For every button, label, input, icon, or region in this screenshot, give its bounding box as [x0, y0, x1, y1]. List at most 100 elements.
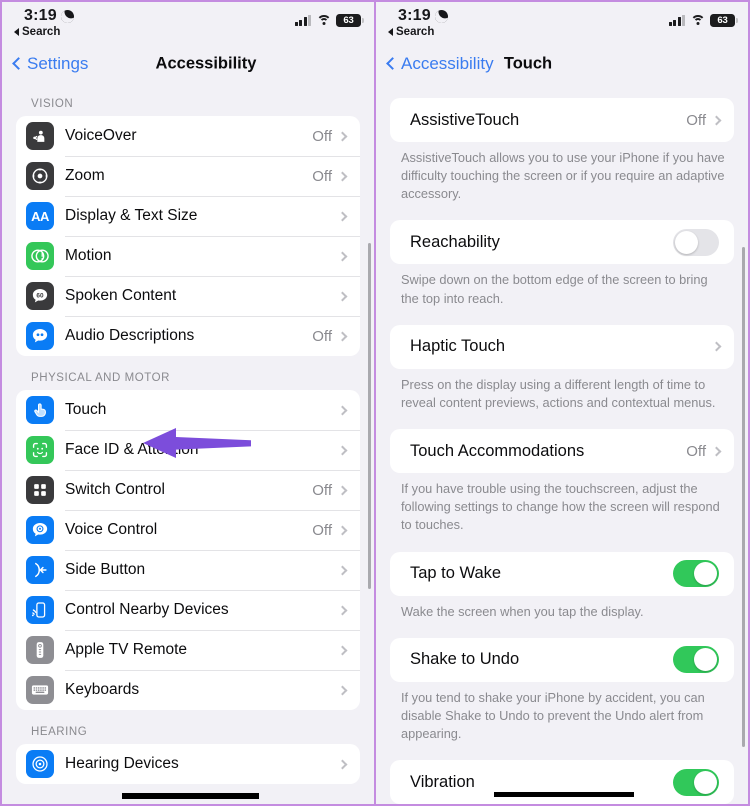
row-haptic-touch[interactable]: Haptic Touch	[390, 325, 734, 369]
vision-card: VoiceOver Off Zoom Off AA Display & Text…	[16, 116, 360, 356]
row-label: Haptic Touch	[410, 337, 506, 356]
group-vibration: Vibration When this switch is off, all v…	[376, 760, 748, 804]
side-button-icon	[26, 556, 54, 584]
redaction-bar	[122, 793, 259, 799]
dual-screenshot-stage: 3:19 Search 63 Settings Accessibility VI…	[0, 0, 750, 806]
chevron-right-icon	[337, 211, 348, 221]
footnote-assistivetouch: AssistiveTouch allows you to use your iP…	[401, 150, 725, 202]
face-id-icon	[26, 436, 54, 464]
reachability-card: Reachability	[390, 220, 734, 265]
back-to-search-link[interactable]: Search	[14, 26, 60, 38]
list-item-label: Apple TV Remote	[65, 641, 188, 658]
status-bar: 3:19 Search 63	[376, 2, 748, 46]
toggle-vibration[interactable]	[673, 768, 719, 796]
chevron-right-icon	[337, 445, 348, 455]
list-item-voice-control[interactable]: Voice Control Off	[16, 510, 360, 550]
section-header-physical-and-motor: PHYSICAL AND MOTOR	[31, 372, 170, 384]
chevron-left-icon	[386, 57, 399, 70]
list-item-face-id-attention[interactable]: Face ID & Attention	[16, 430, 360, 470]
list-item-touch[interactable]: Touch	[16, 390, 360, 430]
row-tap-to-wake[interactable]: Tap to Wake	[390, 552, 734, 596]
list-item-value: Off	[312, 481, 332, 499]
list-item-label: Hearing Devices	[65, 755, 179, 772]
wifi-icon	[690, 15, 705, 26]
assistivetouch-card: AssistiveTouch Off	[390, 98, 734, 142]
footnote-reachability: Swipe down on the bottom edge of the scr…	[401, 272, 708, 306]
chevron-right-icon	[337, 251, 348, 261]
row-label: Vibration	[410, 772, 475, 791]
accessibility-list: VISION VoiceOver Off Zoom Off AA Display…	[2, 82, 374, 784]
right-phone-frame: 3:19 Search 63 Accessibility Touch Assis…	[375, 0, 750, 806]
list-item-spoken-content[interactable]: 60 Spoken Content	[16, 276, 360, 316]
chevron-right-icon	[337, 645, 348, 655]
list-item-voiceover[interactable]: VoiceOver Off	[16, 116, 360, 156]
crescent-moon-icon	[433, 8, 450, 25]
list-item-apple-tv-remote[interactable]: Apple TV Remote	[16, 630, 360, 670]
row-shake-to-undo[interactable]: Shake to Undo	[390, 638, 734, 682]
list-item-switch-control[interactable]: Switch Control Off	[16, 470, 360, 510]
list-item-value: Off	[312, 127, 332, 145]
vibration-card: Vibration	[390, 760, 734, 804]
battery-indicator: 63	[710, 14, 738, 27]
list-item-hearing-devices[interactable]: Hearing Devices	[16, 744, 360, 784]
back-button-settings[interactable]: Settings	[12, 54, 89, 74]
row-label: Reachability	[410, 232, 500, 251]
touch-accommodations-card: Touch Accommodations Off	[390, 429, 734, 474]
list-item-keyboards[interactable]: Keyboards	[16, 670, 360, 710]
status-time: 3:19	[24, 7, 57, 24]
battery-percent-label: 63	[336, 14, 361, 27]
toggle-tap-to-wake[interactable]	[673, 560, 719, 588]
back-button-accessibility[interactable]: Accessibility	[386, 54, 494, 74]
voiceover-icon	[26, 122, 54, 150]
touch-screen: 3:19 Search 63 Accessibility Touch Assis…	[376, 2, 748, 804]
battery-indicator: 63	[336, 14, 364, 27]
chevron-right-icon	[711, 446, 722, 457]
accessibility-screen: 3:19 Search 63 Settings Accessibility VI…	[2, 2, 374, 804]
row-vibration[interactable]: Vibration	[390, 760, 734, 804]
chevron-right-icon	[337, 525, 348, 535]
list-item-side-button[interactable]: Side Button	[16, 550, 360, 590]
row-touch-accommodations[interactable]: Touch Accommodations Off	[390, 429, 734, 473]
list-item-value: Off	[312, 167, 332, 185]
motion-icon	[26, 242, 54, 270]
list-item-audio-descriptions[interactable]: Audio Descriptions Off	[16, 316, 360, 356]
back-button-label: Accessibility	[401, 54, 494, 73]
back-to-search-link[interactable]: Search	[388, 26, 434, 38]
control-nearby-devices-icon	[26, 596, 54, 624]
row-label: AssistiveTouch	[410, 110, 520, 129]
list-item-display-text-size[interactable]: AA Display & Text Size	[16, 196, 360, 236]
list-item-label: Face ID & Attention	[65, 441, 199, 458]
footnote-haptic-touch: Press on the display using a different l…	[401, 376, 716, 410]
chevron-right-icon	[337, 759, 348, 769]
status-time: 3:19	[398, 7, 431, 24]
chevron-right-icon	[337, 131, 348, 141]
row-assistivetouch[interactable]: AssistiveTouch Off	[390, 98, 734, 142]
back-to-search-label: Search	[396, 26, 435, 38]
back-triangle-icon	[388, 28, 393, 36]
back-button-label: Settings	[27, 54, 89, 73]
toggle-shake-to-undo[interactable]	[673, 646, 719, 674]
list-item-label: Spoken Content	[65, 287, 177, 304]
toggle-knob	[694, 770, 717, 794]
left-phone-frame: 3:19 Search 63 Settings Accessibility VI…	[0, 0, 375, 806]
footnote-tap-to-wake: Wake the screen when you tap the display…	[401, 603, 644, 619]
toggle-reachability[interactable]	[673, 228, 719, 256]
scrollbar-thumb[interactable]	[368, 243, 371, 589]
battery-cap-icon	[736, 18, 738, 23]
display-text-size-icon: AA	[26, 202, 54, 230]
scrollbar-thumb[interactable]	[742, 247, 745, 747]
row-reachability[interactable]: Reachability	[390, 220, 734, 264]
section-header-hearing: HEARING	[31, 726, 88, 738]
row-label: Tap to Wake	[410, 564, 502, 583]
shake-to-undo-card: Shake to Undo	[390, 637, 734, 682]
battery-percent-label: 63	[710, 14, 735, 27]
list-item-motion[interactable]: Motion	[16, 236, 360, 276]
voice-control-icon	[26, 516, 54, 544]
chevron-right-icon	[337, 565, 348, 575]
chevron-right-icon	[337, 605, 348, 615]
spoken-content-icon: 60	[26, 282, 54, 310]
group-reachability: Reachability Swipe down on the bottom ed…	[376, 220, 748, 307]
list-item-zoom[interactable]: Zoom Off	[16, 156, 360, 196]
audio-descriptions-icon	[26, 322, 54, 350]
list-item-control-nearby-devices[interactable]: Control Nearby Devices	[16, 590, 360, 630]
